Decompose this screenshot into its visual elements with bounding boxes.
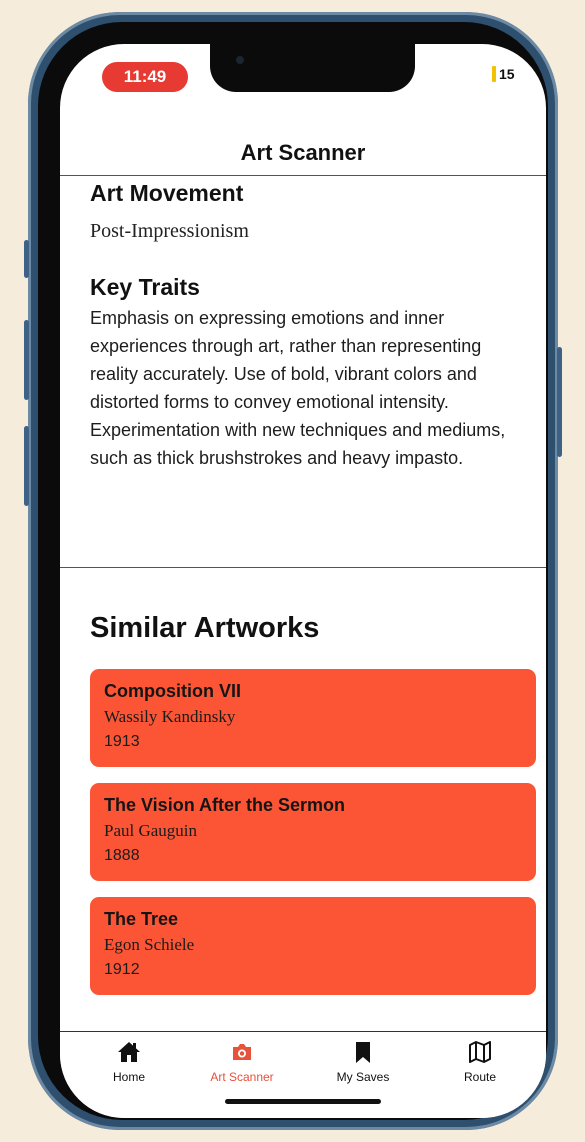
tab-my-saves[interactable]: My Saves — [313, 1040, 413, 1084]
home-icon — [118, 1042, 140, 1062]
section-divider — [60, 567, 546, 568]
screen: 11:49 15 Art Scanner Art Movement Post-I… — [60, 44, 546, 1118]
tab-bar-divider — [60, 1031, 546, 1032]
tab-label: Home — [112, 1070, 145, 1084]
bookmark-icon — [356, 1042, 370, 1063]
camera-icon — [233, 1044, 251, 1060]
artwork-card-composition-vii[interactable]: Composition VII Wassily Kandinsky 1913 — [90, 669, 536, 767]
home-indicator[interactable] — [225, 1099, 381, 1104]
artwork-title: Composition VII — [104, 681, 241, 701]
volume-down-button — [24, 426, 29, 506]
battery-indicator: 15 — [492, 66, 515, 82]
artwork-year: 1912 — [104, 961, 140, 978]
power-button — [557, 347, 562, 457]
key-traits-text: Emphasis on expressing emotions and inne… — [90, 308, 506, 468]
tab-label: Route — [463, 1070, 497, 1084]
map-icon — [469, 1041, 491, 1063]
phone-bezel: 11:49 15 Art Scanner Art Movement Post-I… — [38, 22, 548, 1120]
key-traits-heading: Key Traits — [90, 274, 200, 300]
artwork-year: 1913 — [104, 733, 140, 750]
tab-home[interactable]: Home — [79, 1040, 179, 1084]
artwork-card-vision-after-sermon[interactable]: The Vision After the Sermon Paul Gauguin… — [90, 783, 536, 881]
tab-art-scanner[interactable]: Art Scanner — [192, 1040, 292, 1084]
artwork-artist: Paul Gauguin — [104, 821, 198, 840]
artwork-title: The Vision After the Sermon — [104, 795, 346, 815]
battery-level: 15 — [499, 66, 515, 82]
artwork-year: 1888 — [104, 847, 140, 864]
battery-icon — [492, 66, 496, 82]
notch — [210, 44, 415, 92]
artwork-artist: Wassily Kandinsky — [104, 707, 236, 726]
artwork-artist: Egon Schiele — [104, 935, 195, 954]
header-divider — [60, 175, 546, 176]
art-movement-heading: Art Movement — [90, 180, 244, 206]
tab-label: Art Scanner — [210, 1070, 274, 1084]
volume-up-button — [24, 320, 29, 400]
page-title: Art Scanner — [240, 140, 366, 165]
artwork-title: The Tree — [104, 909, 179, 929]
similar-artworks-heading: Similar Artworks — [90, 612, 320, 644]
phone-frame: 11:49 15 Art Scanner Art Movement Post-I… — [24, 12, 562, 1130]
silent-switch — [24, 240, 29, 278]
camera-dot — [236, 56, 244, 64]
status-time: 11:49 — [102, 62, 188, 92]
art-movement-value: Post-Impressionism — [90, 220, 249, 242]
artwork-card-the-tree[interactable]: The Tree Egon Schiele 1912 — [90, 897, 536, 995]
tab-label: My Saves — [336, 1070, 390, 1084]
tab-route[interactable]: Route — [430, 1040, 530, 1084]
